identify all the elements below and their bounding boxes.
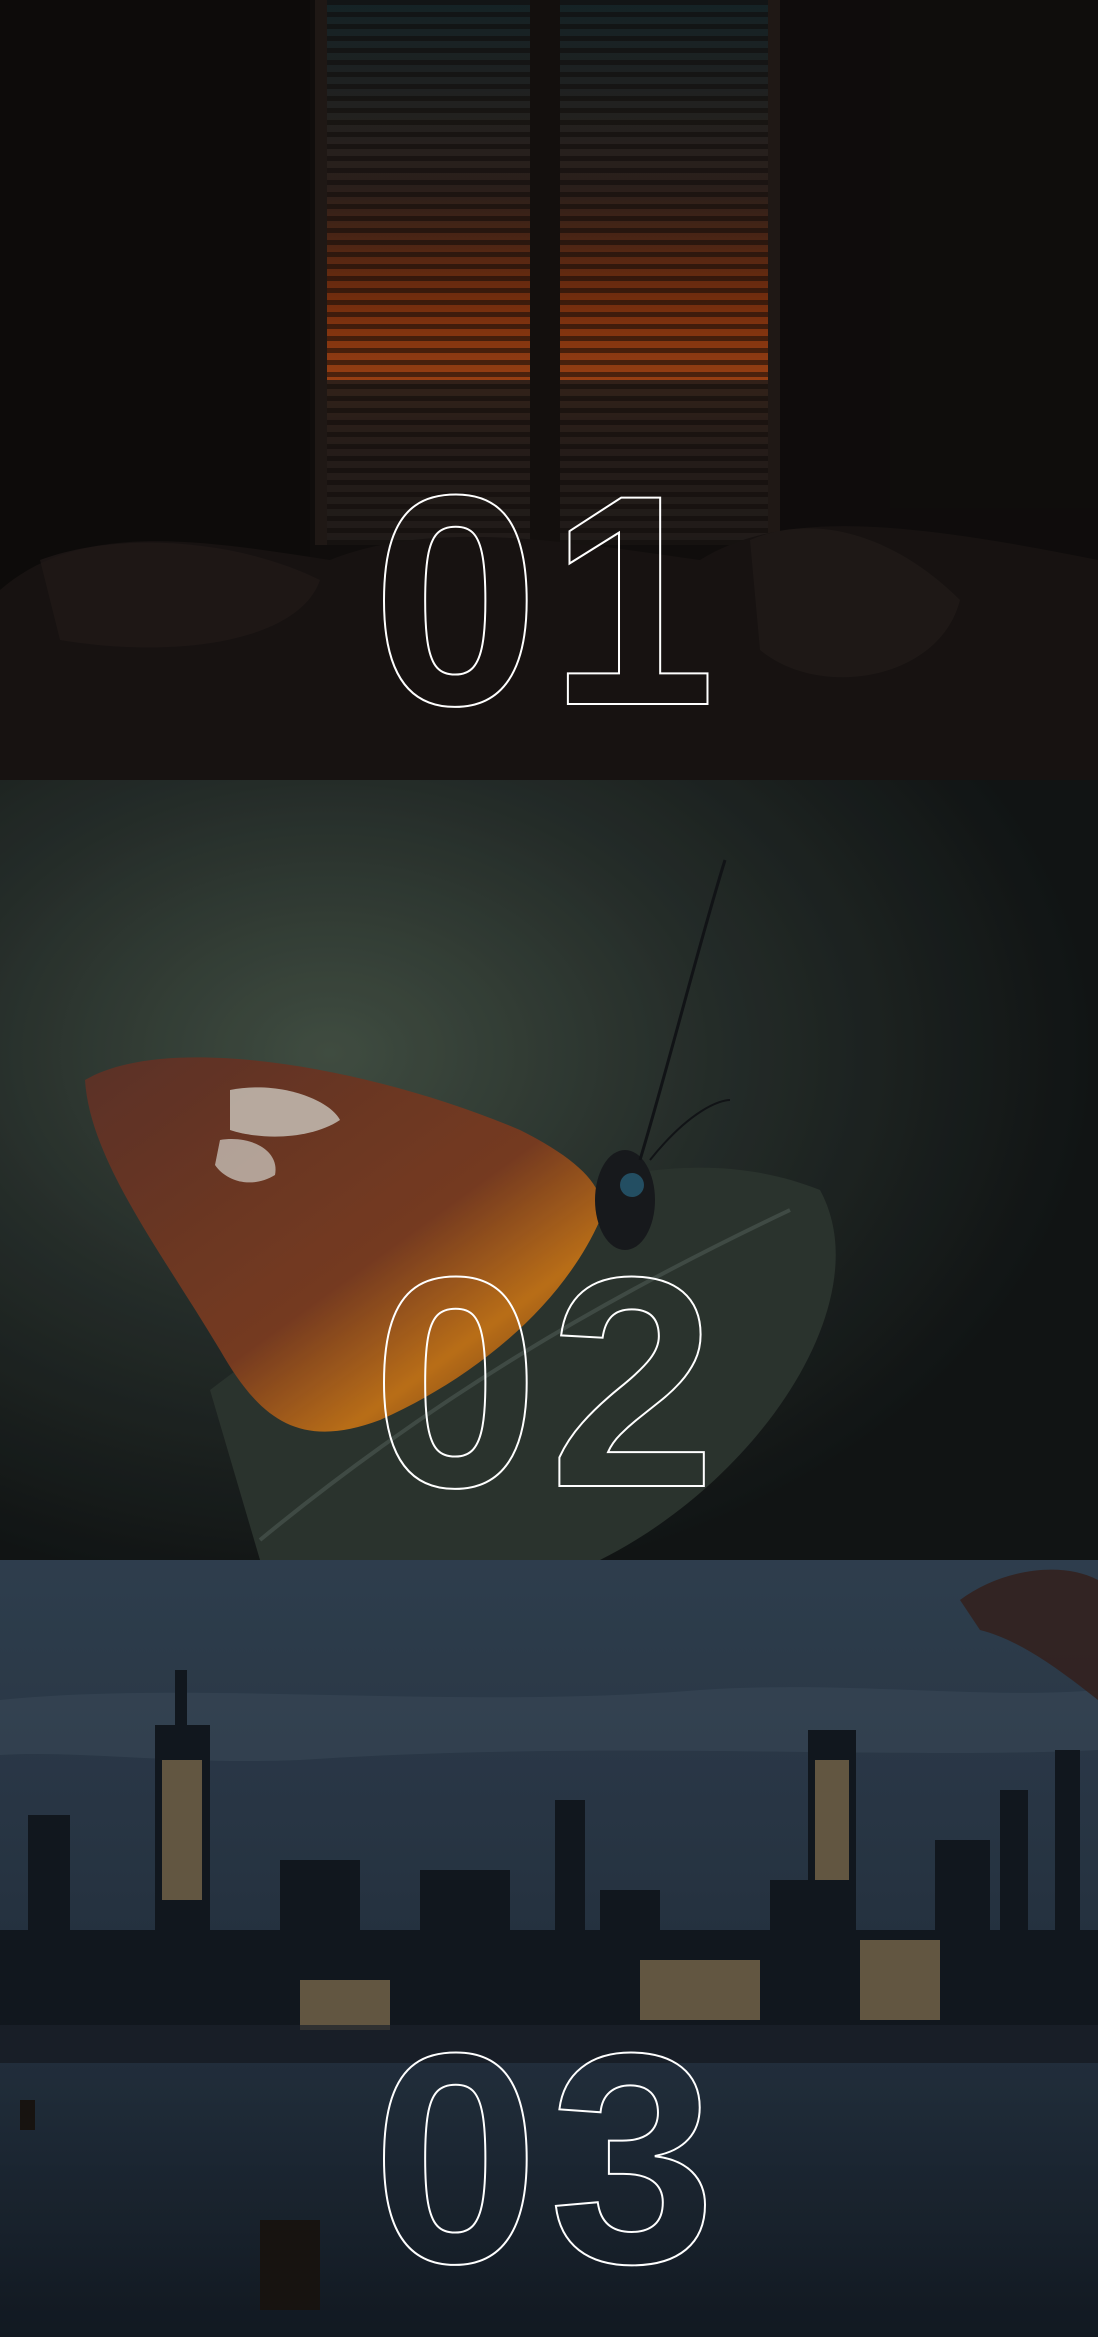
butterfly-image [0, 780, 1098, 1560]
panel-01-bedroom-window: 01 [0, 0, 1098, 780]
panel-03-city-skyline: 03 [0, 1560, 1098, 2337]
bedroom-window-image [0, 0, 1098, 780]
city-skyline-image [0, 1560, 1098, 2337]
panel-02-butterfly: 02 [0, 780, 1098, 1560]
